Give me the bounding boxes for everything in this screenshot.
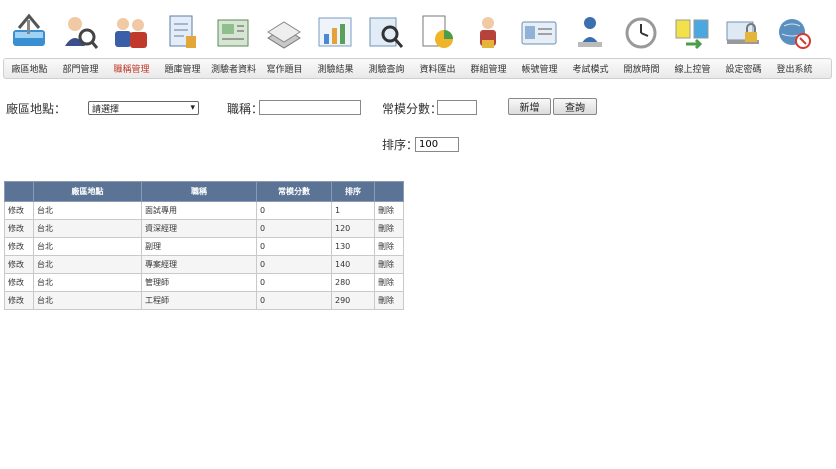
menu-item-examinee[interactable]: 測驗者資料 xyxy=(208,62,259,75)
group-icon[interactable] xyxy=(462,8,513,56)
table-header-row: 廠區地點 職稱 常模分數 排序 xyxy=(4,181,404,202)
query-icon[interactable] xyxy=(360,8,411,56)
delete-link[interactable]: 刪除 xyxy=(374,291,404,310)
delete-link[interactable]: 刪除 xyxy=(374,237,404,256)
question-bank-icon[interactable] xyxy=(156,8,207,56)
menu-item-job-title[interactable]: 職稱管理 xyxy=(106,62,157,75)
menu-item-site[interactable]: 廠區地點 xyxy=(4,62,55,75)
score-cell: 0 xyxy=(256,237,332,256)
menu-item-department[interactable]: 部門管理 xyxy=(55,62,106,75)
order-cell: 140 xyxy=(331,255,375,274)
table-row: 修改 台北 面試專用 0 1 刪除 xyxy=(4,201,404,220)
order-cell: 120 xyxy=(331,219,375,238)
exam-mode-icon[interactable] xyxy=(564,8,615,56)
title-label: 職稱： xyxy=(227,102,264,116)
menu-item-open-time[interactable]: 開放時間 xyxy=(616,62,667,75)
col-score-header: 常模分數 xyxy=(256,181,332,202)
sort-label: 排序： xyxy=(382,138,419,152)
title-cell: 工程師 xyxy=(141,291,257,310)
menu-item-account[interactable]: 帳號管理 xyxy=(514,62,565,75)
table-row: 修改 台北 副理 0 130 刪除 xyxy=(4,237,404,256)
col-order-header: 排序 xyxy=(331,181,375,202)
menu-item-logout[interactable]: 登出系統 xyxy=(769,62,820,75)
icon-toolbar xyxy=(3,8,833,56)
department-icon[interactable] xyxy=(54,8,105,56)
site-cell: 台北 xyxy=(33,255,142,274)
menu-item-online-control[interactable]: 線上控管 xyxy=(667,62,718,75)
examinee-icon[interactable] xyxy=(207,8,258,56)
site-cell: 台北 xyxy=(33,273,142,292)
exam-question-icon[interactable] xyxy=(258,8,309,56)
sort-input[interactable] xyxy=(415,137,459,152)
score-label: 常模分數： xyxy=(382,102,443,116)
order-cell: 280 xyxy=(331,273,375,292)
delete-link[interactable]: 刪除 xyxy=(374,273,404,292)
order-cell: 290 xyxy=(331,291,375,310)
account-card-icon[interactable] xyxy=(513,8,564,56)
score-cell: 0 xyxy=(256,255,332,274)
menu-item-question-bank[interactable]: 題庫管理 xyxy=(157,62,208,75)
table-row: 修改 台北 專案經理 0 140 刪除 xyxy=(4,255,404,274)
title-input[interactable] xyxy=(259,100,361,115)
score-input[interactable] xyxy=(437,100,477,115)
score-cell: 0 xyxy=(256,291,332,310)
job-title-table: 廠區地點 職稱 常模分數 排序 修改 台北 面試專用 0 1 刪除 修改 台北 … xyxy=(4,181,404,310)
delete-link[interactable]: 刪除 xyxy=(374,219,404,238)
results-chart-icon[interactable] xyxy=(309,8,360,56)
site-label: 廠區地點： xyxy=(6,102,67,116)
col-edit-header xyxy=(4,181,34,202)
clock-icon[interactable] xyxy=(615,8,666,56)
title-cell: 專案經理 xyxy=(141,255,257,274)
score-cell: 0 xyxy=(256,201,332,220)
menu-item-group[interactable]: 群組管理 xyxy=(463,62,514,75)
col-delete-header xyxy=(374,181,404,202)
menu-item-writing-topic[interactable]: 寫作題目 xyxy=(259,62,310,75)
score-cell: 0 xyxy=(256,219,332,238)
query-button[interactable]: 查詢 xyxy=(553,98,597,115)
edit-link[interactable]: 修改 xyxy=(4,219,34,238)
menu-item-exam-mode[interactable]: 考試模式 xyxy=(565,62,616,75)
menu-item-query[interactable]: 測驗查詢 xyxy=(361,62,412,75)
site-icon[interactable] xyxy=(3,8,54,56)
password-lock-icon[interactable] xyxy=(717,8,768,56)
site-select[interactable]: 請選擇 ▾ xyxy=(88,101,199,115)
order-cell: 1 xyxy=(331,201,375,220)
logout-icon[interactable] xyxy=(768,8,819,56)
menu-item-results[interactable]: 測驗結果 xyxy=(310,62,361,75)
edit-link[interactable]: 修改 xyxy=(4,237,34,256)
add-button[interactable]: 新增 xyxy=(508,98,551,115)
col-title-header: 職稱 xyxy=(141,181,257,202)
chevron-down-icon: ▾ xyxy=(190,103,195,113)
col-site-header: 廠區地點 xyxy=(33,181,142,202)
site-cell: 台北 xyxy=(33,201,142,220)
title-cell: 副理 xyxy=(141,237,257,256)
menu-item-password[interactable]: 設定密碼 xyxy=(718,62,769,75)
table-row: 修改 台北 工程師 0 290 刪除 xyxy=(4,291,404,310)
score-cell: 0 xyxy=(256,273,332,292)
table-row: 修改 台北 資深經理 0 120 刪除 xyxy=(4,219,404,238)
site-cell: 台北 xyxy=(33,237,142,256)
title-cell: 面試專用 xyxy=(141,201,257,220)
site-cell: 台北 xyxy=(33,219,142,238)
site-cell: 台北 xyxy=(33,291,142,310)
site-select-value: 請選擇 xyxy=(92,104,120,115)
main-menu: 廠區地點 部門管理 職稱管理 題庫管理 測驗者資料 寫作題目 測驗結果 測驗查詢… xyxy=(3,58,832,79)
export-icon[interactable] xyxy=(411,8,462,56)
edit-link[interactable]: 修改 xyxy=(4,273,34,292)
edit-link[interactable]: 修改 xyxy=(4,255,34,274)
table-row: 修改 台北 管理師 0 280 刪除 xyxy=(4,273,404,292)
job-title-icon[interactable] xyxy=(105,8,156,56)
edit-link[interactable]: 修改 xyxy=(4,291,34,310)
delete-link[interactable]: 刪除 xyxy=(374,201,404,220)
edit-link[interactable]: 修改 xyxy=(4,201,34,220)
title-cell: 管理師 xyxy=(141,273,257,292)
title-cell: 資深經理 xyxy=(141,219,257,238)
online-monitor-icon[interactable] xyxy=(666,8,717,56)
order-cell: 130 xyxy=(331,237,375,256)
delete-link[interactable]: 刪除 xyxy=(374,255,404,274)
menu-item-export[interactable]: 資料匯出 xyxy=(412,62,463,75)
